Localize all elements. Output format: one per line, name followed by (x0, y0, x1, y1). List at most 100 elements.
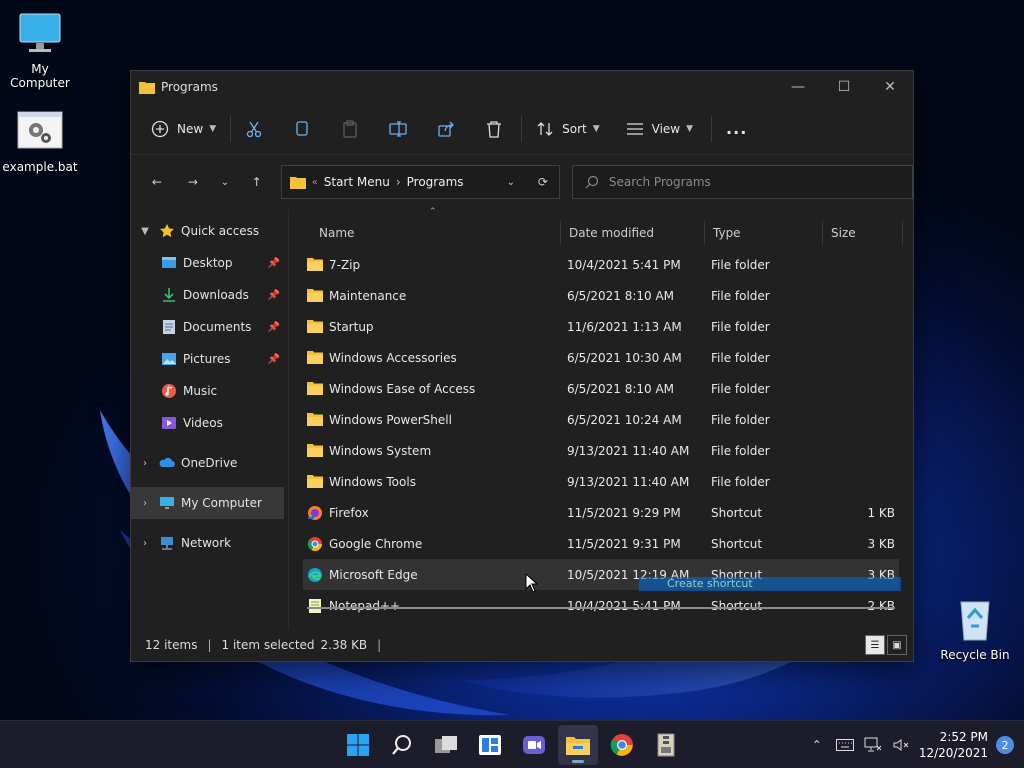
share-button[interactable] (429, 112, 463, 146)
column-name[interactable]: Name (311, 221, 561, 245)
recent-locations-button[interactable]: ⌄ (209, 166, 241, 198)
table-row[interactable]: Windows System 9/13/2021 11:40 AM File fol… (303, 435, 899, 466)
breadcrumb-start-menu[interactable]: Start Menu (324, 175, 390, 189)
windows-logo-icon (347, 734, 369, 756)
title-bar[interactable]: Programs — ☐ ✕ (131, 71, 913, 103)
folder-icon (307, 443, 323, 459)
search-box[interactable]: Search Programs (571, 165, 913, 199)
close-button[interactable]: ✕ (867, 71, 913, 103)
table-row[interactable]: 7-Zip 10/4/2021 5:41 PM File folder (303, 249, 899, 280)
table-row[interactable]: Google Chrome 11/5/2021 9:31 PM Shortcut 3 … (303, 528, 899, 559)
file-name: Notepad++ (329, 598, 401, 613)
nav-onedrive[interactable]: › OneDrive (131, 447, 288, 479)
plus-circle-icon (151, 120, 169, 137)
breadcrumb-overflow[interactable]: « (312, 177, 318, 188)
column-date-modified[interactable]: Date modified (561, 221, 705, 245)
table-row[interactable]: Windows PowerShell 6/5/2021 10:24 AM File … (303, 404, 899, 435)
nav-network[interactable]: › Network (131, 527, 288, 559)
file-explorer-taskbar-button[interactable] (558, 725, 598, 765)
cell-date: 6/5/2021 10:24 AM (567, 412, 682, 427)
column-header: Name Date modified Type Size (311, 217, 913, 249)
view-label: View (651, 121, 681, 136)
table-row[interactable]: Firefox 11/5/2021 9:29 PM Shortcut 1 KB (303, 497, 899, 528)
pin-icon: 📌 (267, 289, 280, 301)
nav-music[interactable]: Music (131, 375, 288, 407)
cell-size: 1 KB (867, 505, 895, 520)
chrome-taskbar-button[interactable] (602, 725, 642, 765)
forward-button[interactable]: → (177, 166, 209, 198)
address-bar[interactable]: « Start Menu › Programs ⌄ ⟳ (280, 165, 560, 199)
desktop-icon-my-computer[interactable]: My Computer (0, 10, 80, 90)
chat-button[interactable] (514, 725, 554, 765)
folder-icon (307, 319, 323, 335)
sort-button[interactable]: Sort ▼ (528, 112, 608, 146)
minimize-button[interactable]: — (775, 71, 821, 103)
chevron-right-icon[interactable]: › (131, 498, 159, 509)
network-status-icon[interactable] (859, 737, 887, 753)
paste-button[interactable] (333, 112, 367, 146)
column-type[interactable]: Type (705, 221, 823, 245)
nav-videos[interactable]: Videos (131, 407, 288, 439)
rename-button[interactable] (381, 112, 415, 146)
table-row[interactable]: Notepad++ 10/4/2021 5:41 PM Shortcut 2 KB (303, 590, 899, 621)
video-icon (162, 417, 176, 429)
widgets-button[interactable] (470, 725, 510, 765)
nav-downloads[interactable]: Downloads 📌 (131, 279, 288, 311)
back-button[interactable]: ← (141, 166, 173, 198)
breadcrumb-programs[interactable]: Programs (407, 175, 464, 189)
nav-quick-access[interactable]: ▼ Quick access (131, 215, 288, 247)
search-icon (585, 175, 598, 189)
address-dropdown-button[interactable]: ⌄ (495, 166, 527, 198)
task-view-button[interactable] (426, 725, 466, 765)
copy-button[interactable] (285, 112, 319, 146)
details-view-button[interactable]: ☰ (865, 635, 885, 655)
table-row[interactable]: Windows Ease of Access 6/5/2021 8:10 AM Fi… (303, 373, 899, 404)
cell-name: Maintenance (303, 288, 563, 304)
search-button[interactable] (382, 725, 422, 765)
nav-my-computer[interactable]: › My Computer (131, 487, 284, 519)
chevron-down-icon[interactable]: ▼ (131, 226, 159, 237)
archive-app-taskbar-button[interactable] (646, 725, 686, 765)
notification-badge[interactable]: 2 (996, 736, 1014, 754)
desktop-folder-icon (162, 257, 176, 268)
chevron-right-icon[interactable]: › (131, 458, 159, 469)
command-bar: New ▼ Sort ▼ View ▼ ... (131, 103, 913, 155)
cut-button[interactable] (237, 112, 271, 146)
table-row[interactable]: Startup 11/6/2021 1:13 AM File folder (303, 311, 899, 342)
system-tray: ⌃ 2:52 PM 12/20/2021 2 (803, 721, 1024, 768)
keyboard-icon[interactable] (831, 739, 859, 751)
volume-muted-icon[interactable] (887, 737, 915, 753)
horizontal-scrollbar[interactable] (307, 607, 895, 609)
clock[interactable]: 2:52 PM 12/20/2021 (919, 729, 988, 761)
nav-desktop[interactable]: Desktop 📌 (131, 247, 288, 279)
cell-type: File folder (711, 381, 770, 396)
chevron-down-icon: ▼ (209, 123, 217, 134)
table-row[interactable]: Windows Accessories 6/5/2021 10:30 AM File… (303, 342, 899, 373)
nav-documents[interactable]: Documents 📌 (131, 311, 288, 343)
start-button[interactable] (338, 725, 378, 765)
chevron-right-icon[interactable]: › (131, 538, 159, 549)
delete-button[interactable] (477, 112, 511, 146)
cell-date: 11/5/2021 9:31 PM (567, 536, 681, 551)
table-row[interactable]: Maintenance 6/5/2021 8:10 AM File folder (303, 280, 899, 311)
maximize-button[interactable]: ☐ (821, 71, 867, 103)
share-icon (438, 121, 455, 137)
nav-pictures[interactable]: Pictures 📌 (131, 343, 288, 375)
new-button[interactable]: New ▼ (143, 112, 224, 146)
notepad-plus-plus-icon (307, 598, 323, 614)
more-options-button[interactable]: ... (718, 112, 755, 146)
file-name: Windows System (329, 443, 432, 458)
view-list-icon (626, 122, 643, 135)
show-hidden-icons-button[interactable]: ⌃ (803, 738, 831, 752)
scissors-icon (246, 121, 262, 137)
view-button[interactable]: View ▼ (618, 112, 701, 146)
column-size[interactable]: Size (823, 221, 903, 245)
nav-label: Videos (183, 416, 223, 430)
table-row[interactable]: Windows Tools 9/13/2021 11:40 AM File fold… (303, 466, 899, 497)
desktop-icon-example-bat[interactable]: example.bat (0, 108, 80, 174)
cell-date: 10/4/2021 5:41 PM (567, 598, 681, 613)
refresh-button[interactable]: ⟳ (527, 166, 559, 198)
large-icons-view-button[interactable]: ▣ (887, 635, 907, 655)
desktop-icon-recycle-bin[interactable]: Recycle Bin (935, 596, 1015, 662)
up-button[interactable]: ↑ (241, 166, 273, 198)
